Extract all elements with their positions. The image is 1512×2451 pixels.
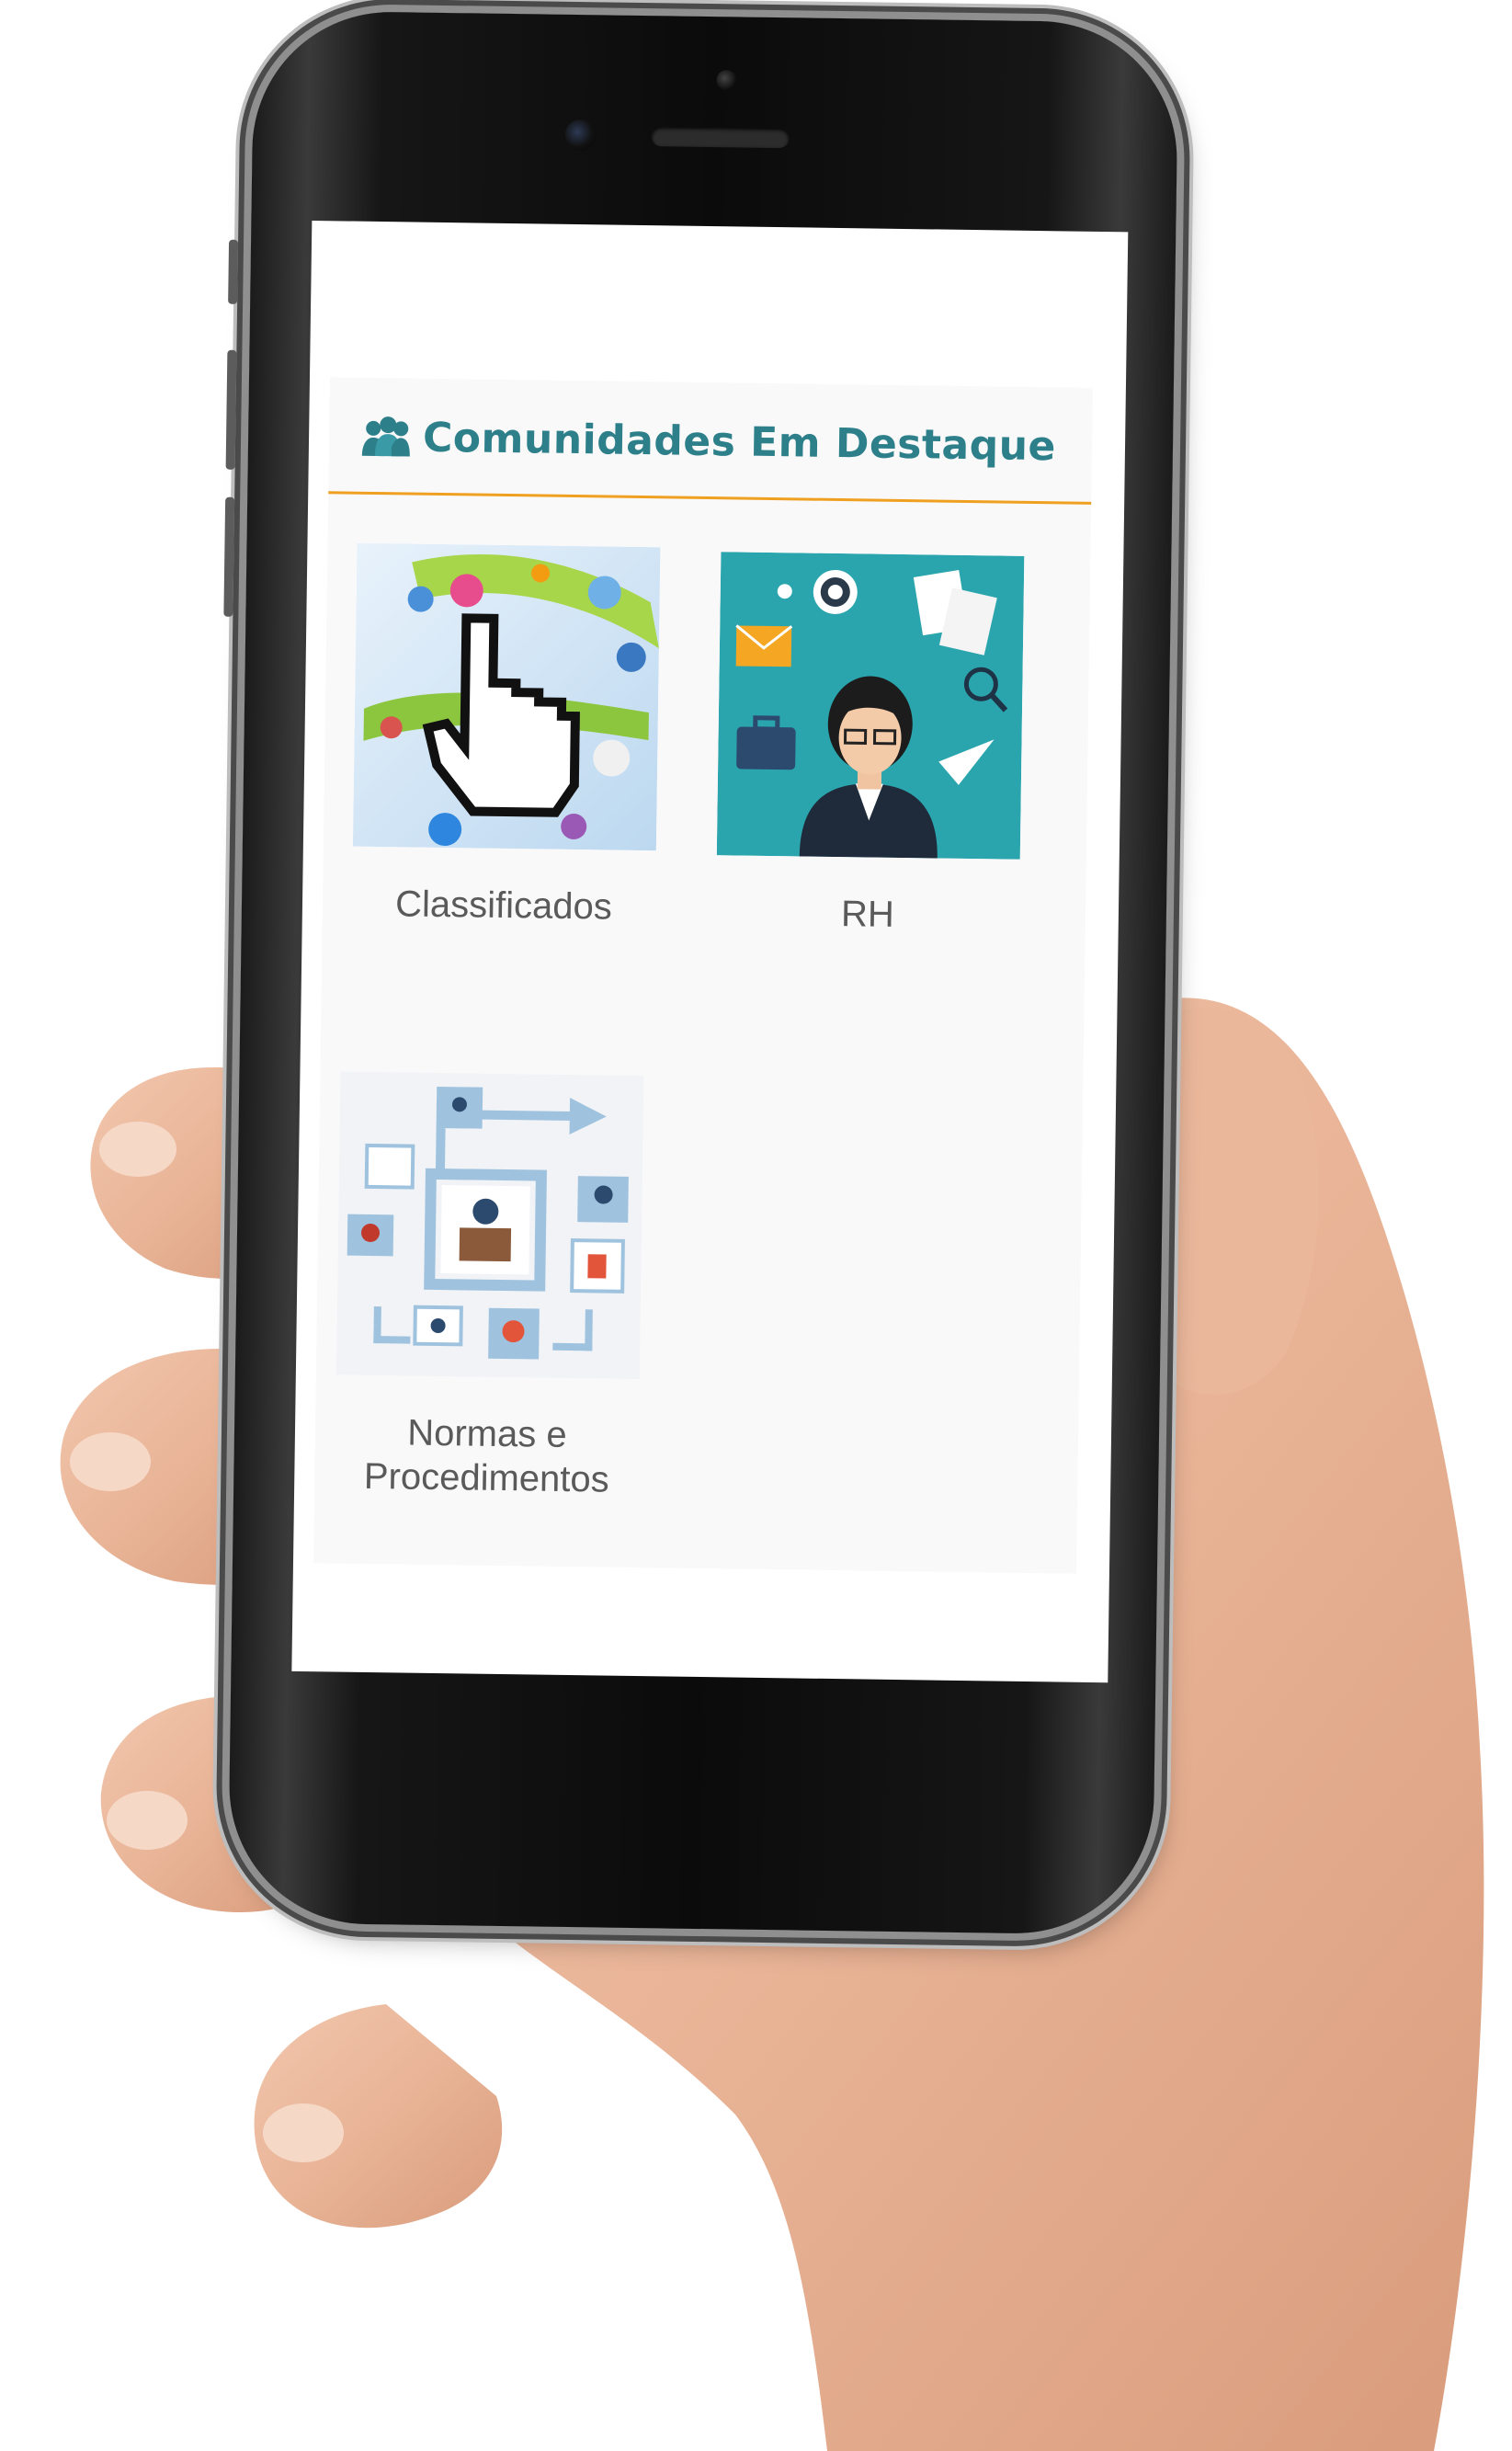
community-tile-classificados[interactable]: Classificados [352, 542, 661, 930]
community-label[interactable]: Normas e Procedimentos [335, 1409, 639, 1502]
volume-down-button [223, 496, 235, 617]
mute-switch [228, 239, 239, 304]
phone-frame: Comunidades Em Destaque Classificados RH… [223, 10, 1179, 1935]
featured-communities-panel: Comunidades Em Destaque Classificados RH… [313, 377, 1093, 1574]
volume-up-button [225, 349, 237, 470]
title-divider [328, 491, 1092, 505]
norms-procedures-thumbnail[interactable] [335, 1071, 644, 1380]
community-icon [361, 416, 410, 457]
panel-title: Comunidades Em Destaque [422, 414, 1057, 470]
hr-thumbnail[interactable] [716, 552, 1025, 860]
front-camera [564, 119, 597, 152]
phone-screen: Comunidades Em Destaque Classificados RH… [291, 220, 1129, 1683]
proximity-sensor [716, 70, 737, 91]
community-tile-normas-procedimentos[interactable]: Normas e Procedimentos [335, 1071, 644, 1503]
community-tile-rh[interactable]: RH [716, 552, 1025, 939]
community-label[interactable]: RH [716, 890, 1020, 939]
earpiece-speaker [651, 126, 790, 149]
classifieds-thumbnail[interactable] [352, 542, 661, 851]
panel-header: Comunidades Em Destaque [337, 390, 1092, 492]
community-label[interactable]: Classificados [352, 882, 656, 930]
